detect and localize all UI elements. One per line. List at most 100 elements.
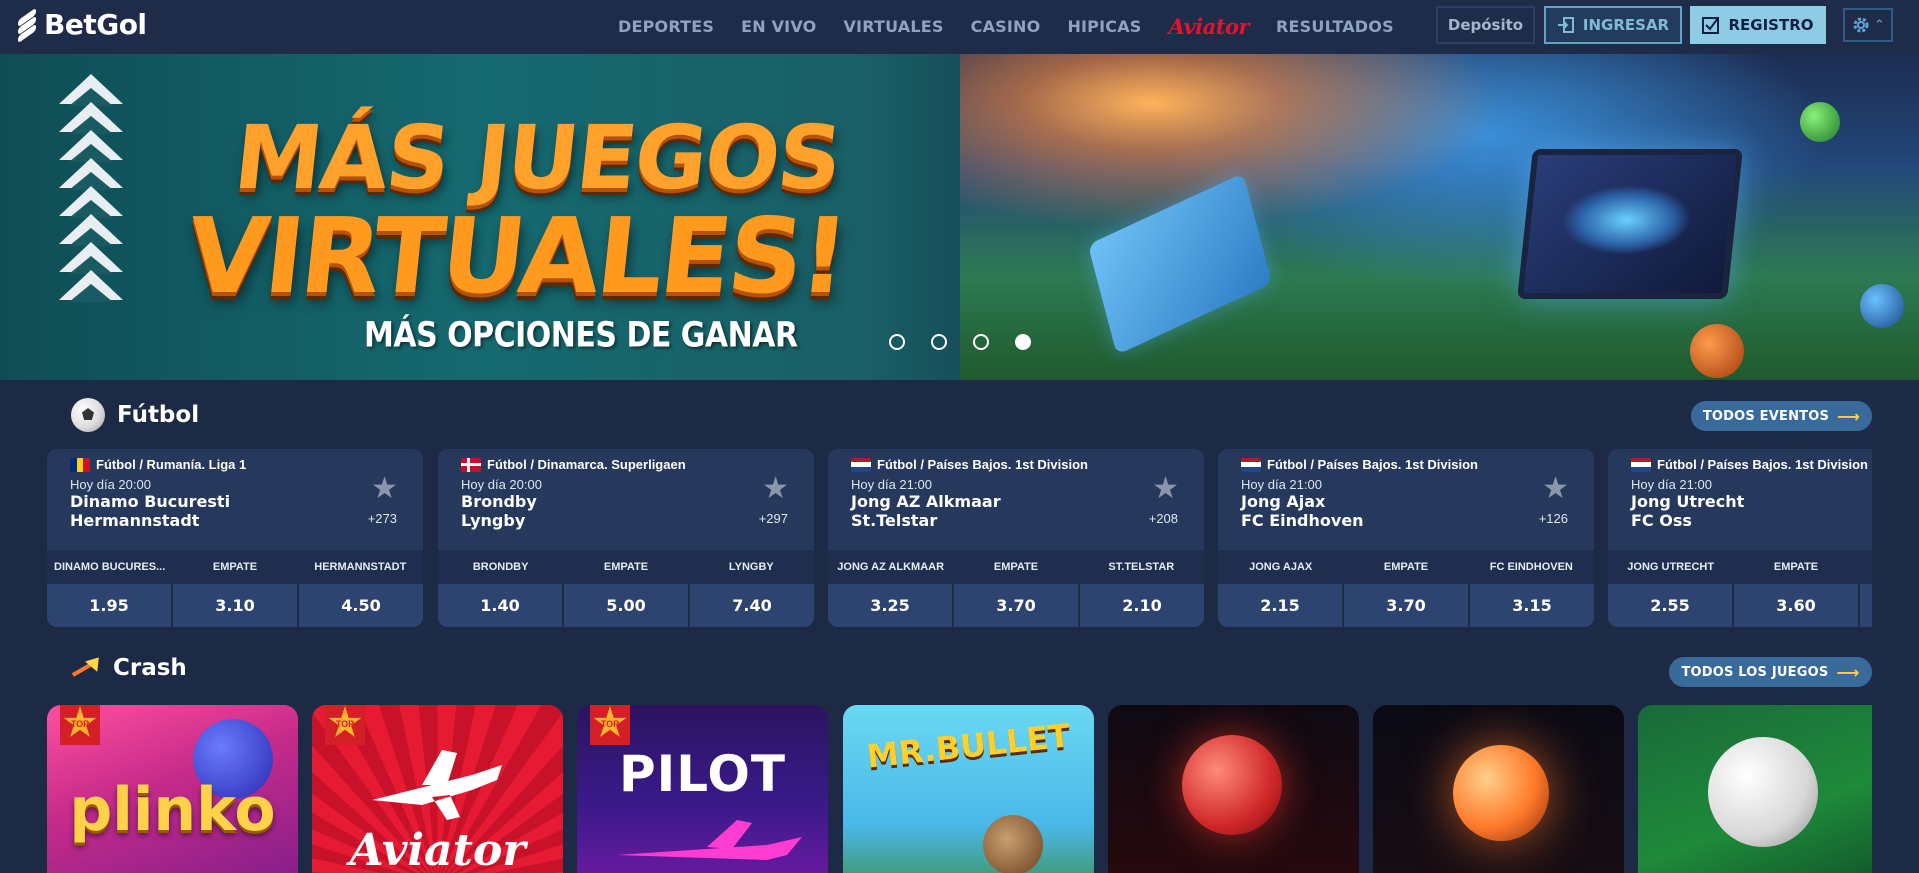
crash-section-title: Crash	[113, 655, 187, 681]
odd-button-away[interactable]: 7.40	[690, 584, 814, 627]
match-league: Fútbol / Países Bajos. 1st Division	[877, 457, 1088, 472]
favorite-star-icon[interactable]: ★	[1542, 471, 1569, 506]
more-markets-count[interactable]: +297	[759, 511, 788, 526]
odd-button-draw[interactable]: 5.00	[564, 584, 690, 627]
promo-banner[interactable]: MÁS JUEGOS VIRTUALES! MÁS OPCIONES DE GA…	[0, 54, 1919, 380]
register-button[interactable]: REGISTRO	[1690, 6, 1826, 44]
odd-label-draw: EMPATE	[1773, 561, 1819, 573]
nav-casino[interactable]: CASINO	[971, 17, 1041, 36]
netherlands-flag-icon	[851, 457, 871, 472]
banner-title-line1: MÁS JUEGOS	[229, 106, 845, 209]
odd-button-draw[interactable]: 3.60	[1734, 584, 1860, 627]
odd-button-away[interactable]: 4.50	[299, 584, 423, 627]
carousel-dot[interactable]	[889, 334, 905, 350]
airplane-icon	[372, 750, 502, 820]
match-time: Hoy día 21:00	[851, 477, 932, 492]
register-label: REGISTRO	[1728, 16, 1814, 34]
match-time: Hoy día 20:00	[70, 477, 151, 492]
match-away-team: St.Telstar	[851, 511, 938, 530]
banner-ball-image	[1690, 324, 1744, 378]
deposit-button[interactable]: Depósito	[1436, 6, 1535, 44]
carousel-dots	[889, 334, 1031, 350]
betgol-logo[interactable]: BetGol	[14, 7, 147, 43]
odd-button-away[interactable]: 3.15	[1470, 584, 1594, 627]
denmark-flag-icon	[461, 457, 481, 472]
mr-bullet-character-image	[983, 815, 1043, 873]
jet-icon	[617, 820, 802, 860]
top-badge: TOP	[60, 705, 100, 745]
game-title: PILOT	[619, 745, 786, 803]
odd-button-home[interactable]: 1.95	[47, 584, 173, 627]
top-header: BetGol DEPORTES EN VIVO VIRTUALES CASINO…	[0, 0, 1919, 54]
matches-carousel: Fútbol / Rumanía. Liga 1 Hoy día 20:00 D…	[47, 449, 1872, 627]
carousel-dot-active[interactable]	[1015, 334, 1031, 350]
login-button[interactable]: INGRESAR	[1544, 6, 1682, 44]
nav-en-vivo[interactable]: EN VIVO	[741, 17, 816, 36]
football-section-header: Fútbol	[71, 398, 199, 432]
odd-button-home[interactable]: 2.15	[1218, 584, 1344, 627]
netherlands-flag-icon	[1631, 457, 1651, 472]
odd-button-home[interactable]: 3.25	[828, 584, 954, 627]
top-star-icon: TOP	[328, 706, 362, 737]
logo-mark-icon	[14, 7, 40, 43]
odd-label-home: DINAMO BUCURES...	[54, 561, 166, 573]
match-card[interactable]: Fútbol / Rumanía. Liga 1 Hoy día 20:00 D…	[47, 449, 423, 627]
all-events-button[interactable]: TODOS EVENTOS ⟶	[1691, 401, 1872, 431]
nav-resultados[interactable]: RESULTADOS	[1276, 17, 1394, 36]
banner-scene-image	[960, 54, 1919, 380]
football-icon	[71, 398, 105, 432]
top-badge-label: TOP	[600, 719, 620, 729]
match-time: Hoy día 21:00	[1241, 477, 1322, 492]
football-section-title: Fútbol	[117, 402, 200, 428]
top-badge-label: TOP	[70, 719, 90, 729]
match-away-team: FC Oss	[1631, 511, 1692, 530]
odd-button-draw[interactable]: 3.70	[1344, 584, 1470, 627]
carousel-dot[interactable]	[973, 334, 989, 350]
more-markets-count[interactable]: +273	[368, 511, 397, 526]
more-markets-count[interactable]: +126	[1539, 511, 1568, 526]
main-nav: DEPORTES EN VIVO VIRTUALES CASINO HIPICA…	[618, 14, 1394, 39]
odd-button-home[interactable]: 1.40	[438, 584, 564, 627]
match-home-team: Jong Ajax	[1241, 492, 1326, 511]
carousel-dot[interactable]	[931, 334, 947, 350]
banner-arrows-graphic	[56, 74, 126, 364]
game-tile-football-x[interactable]	[1638, 705, 1872, 873]
favorite-star-icon[interactable]: ★	[371, 471, 398, 506]
favorite-star-icon[interactable]: ★	[762, 471, 789, 506]
match-card[interactable]: Fútbol / Países Bajos. 1st Division Hoy …	[1608, 449, 1872, 627]
favorite-star-icon[interactable]: ★	[1152, 471, 1179, 506]
odd-button-away[interactable]: 2.10	[1080, 584, 1204, 627]
crash-games-row: plinko TOP Aviator TOP PILOT TOP MR.BULL…	[47, 705, 1872, 873]
more-markets-count[interactable]: +208	[1149, 511, 1178, 526]
match-away-team: Hermannstadt	[70, 511, 200, 530]
match-home-team: Jong Utrecht	[1631, 492, 1745, 511]
nav-virtuales[interactable]: VIRTUALES	[843, 17, 943, 36]
logo-text: BetGol	[44, 8, 147, 41]
game-tile-football-fire[interactable]	[1373, 705, 1624, 873]
odd-label-draw: EMPATE	[1383, 561, 1429, 573]
match-card[interactable]: Fútbol / Países Bajos. 1st Division Hoy …	[1218, 449, 1594, 627]
odd-button-draw[interactable]: 3.70	[954, 584, 1080, 627]
banner-laptop-screen-image	[1517, 149, 1743, 299]
nav-aviator-logo[interactable]: Aviator	[1169, 14, 1250, 39]
all-games-label: TODOS LOS JUEGOS	[1681, 664, 1829, 680]
nav-hipicas[interactable]: HIPICAS	[1067, 17, 1141, 36]
odd-button-draw[interactable]: 3.10	[173, 584, 299, 627]
netherlands-flag-icon	[1241, 457, 1261, 472]
match-card[interactable]: Fútbol / Dinamarca. Superligaen Hoy día …	[438, 449, 814, 627]
nav-deportes[interactable]: DEPORTES	[618, 17, 714, 36]
odd-button-away[interactable]	[1860, 584, 1872, 627]
game-title: plinko	[69, 775, 276, 845]
top-badge: TOP	[325, 705, 365, 745]
game-tile-plinko[interactable]: plinko TOP	[47, 705, 298, 873]
settings-button[interactable]: ⌃	[1843, 8, 1893, 42]
odd-label-away: FC EINDHOVEN	[1489, 561, 1573, 573]
game-tile-mr-bullet[interactable]: MR.BULLET	[843, 705, 1094, 873]
game-tile-aviator[interactable]: Aviator TOP	[312, 705, 563, 873]
match-card[interactable]: Fútbol / Países Bajos. 1st Division Hoy …	[828, 449, 1204, 627]
game-tile-pilot[interactable]: PILOT TOP	[577, 705, 828, 873]
match-time: Hoy día 21:00	[1631, 477, 1712, 492]
odd-button-home[interactable]: 2.55	[1608, 584, 1734, 627]
game-tile-cricket[interactable]	[1108, 705, 1359, 873]
all-games-button[interactable]: TODOS LOS JUEGOS ⟶	[1669, 657, 1872, 687]
